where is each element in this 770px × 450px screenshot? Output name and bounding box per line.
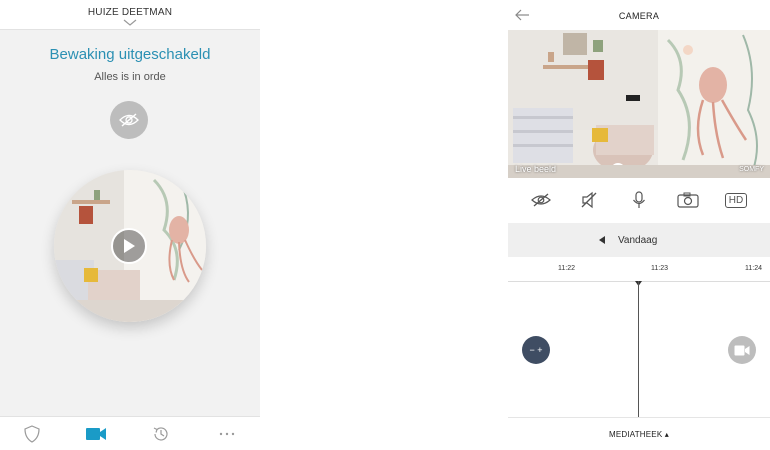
timeline-tick: 11:24 [745,265,762,272]
camera-brand-logo: SOMFY [739,166,764,173]
zoom-button[interactable]: − + [522,336,550,364]
home-screen: HUIZE DEETMAN Bewaking uitgeschakeld All… [0,0,260,450]
timeline-cursor[interactable] [638,281,639,417]
date-label: Vandaag [618,235,658,246]
nav-more[interactable] [217,425,237,443]
nav-history[interactable] [151,425,171,443]
home-header: HUIZE DEETMAN [0,0,260,30]
video-camera-icon [86,428,106,440]
video-camera-icon [734,345,750,355]
microphone-icon [633,191,645,208]
speaker-mute-icon [581,191,597,209]
status-subtitle: Alles is in orde [94,71,166,83]
nursery-live-image [508,30,770,178]
recording-timeline[interactable]: 11:22 11:23 11:24 − + [508,257,770,417]
media-library-bar[interactable]: MEDIATHEEK ▴ [508,417,770,450]
camera-header: CAMERA [508,0,770,30]
previous-day-arrow-icon[interactable] [598,235,606,245]
snapshot-button[interactable] [676,190,700,210]
timeline-tick: 11:23 [651,265,668,272]
more-dots-icon [219,432,235,436]
camera-toolbar: HD [508,186,770,214]
camera-snapshot-icon [677,192,699,208]
privacy-toggle-button[interactable] [530,190,552,210]
camera-title: CAMERA [618,11,660,21]
hd-toggle-button[interactable]: HD [725,193,747,208]
play-button[interactable] [111,228,147,264]
app-root: HUIZE DEETMAN Bewaking uitgeschakeld All… [0,0,770,450]
camera-screen: CAMERA Live beeld SOMFY HD Vandaag 11:22… [508,0,770,450]
live-camera-view[interactable]: Live beeld SOMFY [508,30,770,178]
shield-icon [24,425,40,443]
media-library-label: MEDIATHEEK ▴ [608,430,670,439]
record-video-button[interactable] [728,336,756,364]
microphone-button[interactable] [628,190,650,210]
chevron-down-icon[interactable] [121,18,139,28]
mute-button[interactable] [578,190,600,210]
eye-off-icon [531,193,551,207]
nav-camera[interactable] [85,425,107,443]
surveillance-status: Bewaking uitgeschakeld [49,46,211,63]
surveillance-toggle-button[interactable] [110,101,148,139]
live-view-label: Live beeld [515,164,557,174]
nav-security[interactable] [22,425,42,443]
history-icon [153,427,168,441]
play-icon [124,239,135,253]
timeline-tick: 11:22 [558,265,575,272]
date-selector: Vandaag [508,223,770,257]
bottom-nav [0,416,260,450]
home-title: HUIZE DEETMAN [87,7,173,18]
eye-off-icon [119,113,139,127]
